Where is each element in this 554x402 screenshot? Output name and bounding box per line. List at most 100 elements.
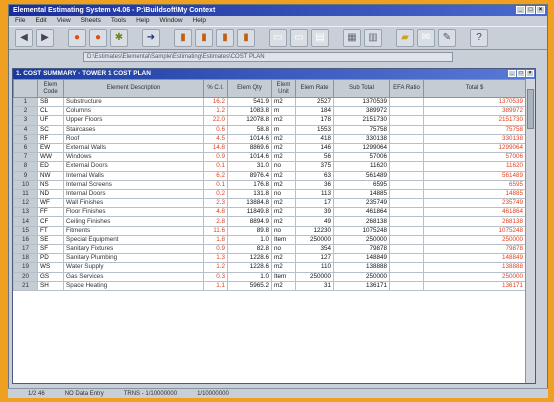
maximize-icon[interactable]: □ [526, 6, 535, 14]
ratio-cell[interactable] [389, 243, 424, 255]
percent-cell[interactable]: 4.8 [203, 207, 228, 218]
folder-icon[interactable]: ▰ [396, 29, 414, 47]
unit-cell[interactable]: m [271, 124, 296, 135]
edit-icon[interactable]: ✎ [438, 29, 456, 47]
ratio-cell[interactable] [389, 133, 424, 144]
paste-icon[interactable]: ▭ [290, 29, 308, 47]
percent-cell[interactable]: 1.1 [203, 280, 228, 291]
description-cell[interactable]: External Walls [63, 142, 204, 154]
elem-code-cell[interactable]: WF [37, 198, 64, 209]
rate-cell[interactable]: 39 [295, 207, 334, 218]
tools-icon[interactable]: ✱ [110, 29, 128, 47]
copy-icon[interactable]: ▭ [269, 29, 287, 47]
description-cell[interactable]: Sanitary Fixtures [63, 243, 204, 255]
mail-icon[interactable]: ✉ [417, 29, 435, 47]
percent-cell[interactable]: 2.3 [203, 198, 228, 209]
total-cell[interactable]: 235749 [423, 198, 526, 209]
qty-cell[interactable]: 13884.8 [227, 198, 272, 209]
total-cell[interactable]: 561489 [423, 170, 526, 181]
row-number[interactable]: 12 [13, 198, 38, 209]
chart-icon[interactable]: ▥ [364, 29, 382, 47]
percent-cell[interactable]: 0.1 [203, 161, 228, 172]
total-cell[interactable]: 136171 [423, 280, 526, 291]
percent-cell[interactable]: 0.2 [203, 188, 228, 200]
description-cell[interactable]: Floor Finishes [63, 207, 204, 218]
subtotal-cell[interactable]: 235749 [333, 198, 390, 209]
qty-cell[interactable]: 58.8 [227, 124, 272, 135]
minimize-icon[interactable]: _ [516, 6, 525, 14]
rate-cell[interactable]: 113 [295, 188, 334, 200]
table-row[interactable]: 16 SE Special Equipment 1.8 1.0 Item 250000 250… [13, 234, 526, 246]
grid-close-icon[interactable]: × [526, 70, 534, 77]
row-number[interactable]: 15 [13, 225, 38, 236]
subtotal-cell[interactable]: 14885 [333, 188, 390, 200]
elem-code-cell[interactable]: SE [37, 234, 64, 246]
stop-icon[interactable]: ● [68, 29, 86, 47]
total-cell[interactable]: 250000 [423, 234, 526, 246]
elem-code-cell[interactable]: SH [37, 280, 64, 291]
header-elem-rate[interactable]: Elem Rate [295, 79, 334, 98]
table-row[interactable]: 21 SH Space Heating 1.1 5965.2 m2 31 136171 1361… [13, 280, 526, 291]
help-icon[interactable]: ? [470, 29, 488, 47]
ratio-cell[interactable] [389, 152, 424, 163]
rate-cell[interactable]: 127 [295, 253, 334, 264]
subtotal-cell[interactable]: 1075248 [333, 225, 390, 236]
unit-cell[interactable]: m2 [271, 133, 296, 144]
header-elem-code[interactable]: Elem Code [37, 79, 64, 98]
rate-cell[interactable]: 418 [295, 133, 334, 144]
qty-cell[interactable]: 1228.6 [227, 253, 272, 264]
rate-cell[interactable]: 31 [295, 280, 334, 291]
qty-cell[interactable]: 82.8 [227, 243, 272, 255]
document-icon[interactable]: ▤ [311, 29, 329, 47]
menu-help[interactable]: Help [136, 16, 149, 26]
table-row[interactable]: 7 WW Windows 0.9 1014.6 m2 56 57006 57006 [13, 152, 526, 163]
percent-cell[interactable]: 1.2 [203, 106, 228, 117]
qty-cell[interactable]: 1228.6 [227, 262, 272, 273]
unit-cell[interactable]: m2 [271, 115, 296, 126]
elem-code-cell[interactable]: PD [37, 253, 64, 264]
row-number[interactable]: 1 [13, 96, 38, 108]
rate-cell[interactable]: 12230 [295, 225, 334, 236]
go-icon[interactable]: ➜ [142, 29, 160, 47]
rate-cell[interactable]: 17 [295, 198, 334, 209]
table-row[interactable]: 8 ED External Doors 0.1 31.0 no 375 11620 11620 [13, 161, 526, 172]
table-row[interactable]: 6 EW External Walls 14.8 8869.6 m2 146 1299064 1… [13, 142, 526, 154]
subtotal-cell[interactable]: 389972 [333, 106, 390, 117]
scroll-thumb[interactable] [527, 89, 534, 129]
percent-cell[interactable]: 2.8 [203, 216, 228, 227]
qty-cell[interactable]: 1.0 [227, 234, 272, 246]
total-cell[interactable]: 2151730 [423, 115, 526, 126]
menu-window[interactable]: Window [159, 16, 182, 26]
unit-cell[interactable]: m2 [271, 262, 296, 273]
rate-cell[interactable]: 250000 [295, 271, 334, 282]
rate-cell[interactable]: 2527 [295, 96, 334, 108]
grid-icon[interactable]: ▦ [343, 29, 361, 47]
bookmark-icon[interactable]: ▮ [174, 29, 192, 47]
table-row[interactable]: 5 RF Roof 4.5 1014.6 m2 418 330138 330138 [13, 133, 526, 144]
unit-cell[interactable]: no [271, 243, 296, 255]
total-cell[interactable]: 250000 [423, 271, 526, 282]
description-cell[interactable]: Space Heating [63, 280, 204, 291]
ratio-cell[interactable] [389, 216, 424, 227]
unit-cell[interactable]: no [271, 225, 296, 236]
qty-cell[interactable]: 5965.2 [227, 280, 272, 291]
ratio-cell[interactable] [389, 234, 424, 246]
subtotal-cell[interactable]: 57006 [333, 152, 390, 163]
back-icon[interactable]: ◀ [15, 29, 33, 47]
elem-code-cell[interactable]: GS [37, 271, 64, 282]
qty-cell[interactable]: 1.0 [227, 271, 272, 282]
rate-cell[interactable]: 36 [295, 179, 334, 190]
percent-cell[interactable]: 4.5 [203, 133, 228, 144]
qty-cell[interactable]: 1014.6 [227, 152, 272, 163]
table-row[interactable]: 18 PD Sanitary Plumbing 1.3 1228.6 m2 127 14884… [13, 253, 526, 264]
qty-cell[interactable]: 31.0 [227, 161, 272, 172]
forward-icon[interactable]: ▶ [36, 29, 54, 47]
menu-edit[interactable]: Edit [35, 16, 46, 26]
elem-code-cell[interactable]: CL [37, 106, 64, 117]
subtotal-cell[interactable]: 1299064 [333, 142, 390, 154]
total-cell[interactable]: 57006 [423, 152, 526, 163]
description-cell[interactable]: Special Equipment [63, 234, 204, 246]
record-icon[interactable]: ● [89, 29, 107, 47]
ratio-cell[interactable] [389, 161, 424, 172]
percent-cell[interactable]: 11.6 [203, 225, 228, 236]
